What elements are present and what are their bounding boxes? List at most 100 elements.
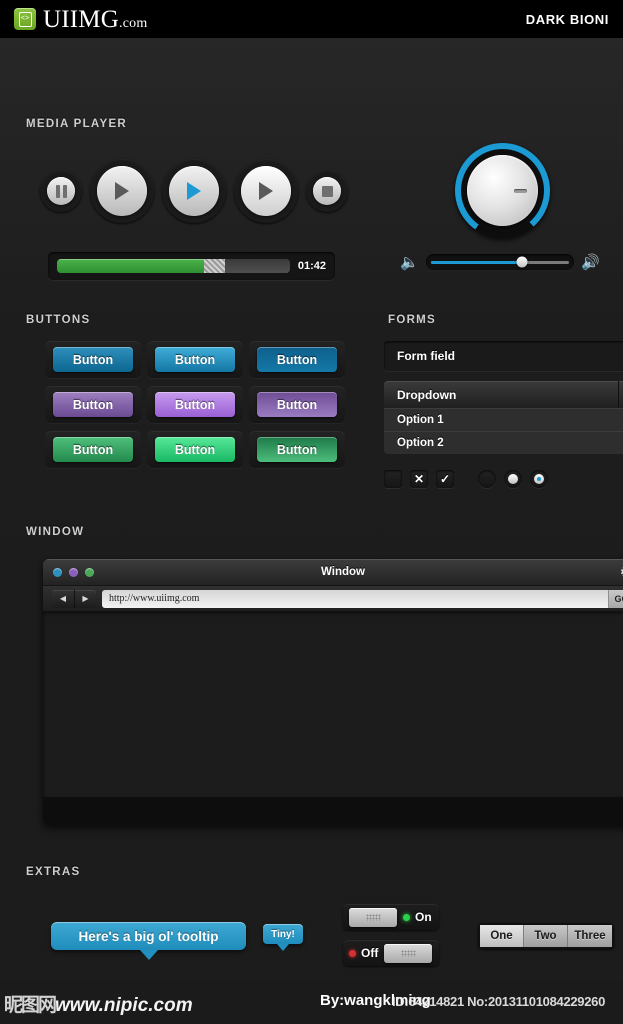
button-cell: Button: [147, 386, 243, 423]
volume-slider[interactable]: [425, 254, 575, 270]
window-maximize-icon[interactable]: [85, 567, 94, 577]
segmented-control: One Two Three: [478, 923, 614, 949]
media-time-label: 01:42: [297, 260, 326, 272]
button-blue-pressed[interactable]: Button: [257, 347, 337, 372]
form-text-input[interactable]: [384, 341, 623, 371]
progress-fill: [57, 259, 204, 273]
button-cell: Button: [147, 341, 243, 378]
button-green-pressed[interactable]: Button: [257, 437, 337, 462]
media-progress-bar[interactable]: 01:42: [48, 252, 335, 280]
stop-button-face: [313, 177, 341, 205]
button-cell: Button: [45, 386, 141, 423]
transport-controls: [40, 159, 348, 223]
dropdown-header[interactable]: Dropdown ▼: [384, 381, 623, 408]
stop-button[interactable]: [306, 170, 348, 212]
checkbox-checked[interactable]: ✓: [436, 470, 454, 488]
segment-two[interactable]: Two: [524, 925, 568, 947]
dropdown-select[interactable]: Dropdown ▼ Option 1 Option 2: [384, 381, 623, 454]
url-text[interactable]: http://www.uiimg.com: [102, 593, 608, 604]
radio-selected-blue[interactable]: [530, 470, 548, 488]
header-kit-title: DARK BIONI: [525, 11, 609, 27]
button-row-purple: Button Button Button: [45, 386, 345, 423]
volume-slider-fill: [430, 260, 523, 264]
volume-knob[interactable]: [455, 143, 550, 238]
button-purple-normal[interactable]: Button: [53, 392, 133, 417]
volume-slider-row: 🔈 🔊: [400, 254, 600, 270]
dropdown-option-1[interactable]: Option 1: [384, 408, 623, 431]
demo-window: Window ⚙ ◀ ▶ http://www.uiimg.com GO: [43, 559, 623, 825]
progress-track[interactable]: [57, 259, 290, 273]
watermark-site-text: www.nipic.com: [55, 995, 193, 1016]
speaker-low-icon: 🔈: [400, 253, 419, 271]
button-purple-pressed[interactable]: Button: [257, 392, 337, 417]
dropdown-selected-label: Dropdown: [397, 387, 457, 402]
logo-wordmark: UIIMG.com: [43, 7, 147, 32]
toggle-handle-off[interactable]: [384, 943, 433, 963]
section-title-forms: FORMS: [388, 314, 437, 326]
button-blue-normal[interactable]: Button: [53, 347, 133, 372]
play-button-hover[interactable]: [234, 159, 298, 223]
checkbox-cross[interactable]: ✕: [410, 470, 428, 488]
volume-slider-handle[interactable]: [516, 256, 528, 268]
play-icon-hover: [259, 182, 273, 200]
chevron-down-icon[interactable]: ▼: [618, 381, 623, 408]
pause-icon: [55, 184, 67, 198]
segment-one[interactable]: One: [480, 925, 524, 947]
button-blue-hover[interactable]: Button: [155, 347, 235, 372]
speaker-high-icon: 🔊: [581, 253, 600, 271]
button-cell: Button: [249, 431, 345, 468]
toggle-handle-on[interactable]: [349, 907, 397, 927]
button-green-hover[interactable]: Button: [155, 437, 235, 462]
dropdown-option-2[interactable]: Option 2: [384, 431, 623, 454]
volume-knob-indicator: [514, 188, 527, 193]
radio-empty[interactable]: [478, 470, 496, 488]
section-title-buttons: BUTTONS: [26, 314, 91, 326]
pause-button-face: [47, 177, 75, 205]
progress-remaining: [224, 259, 290, 273]
segment-three[interactable]: Three: [568, 925, 612, 947]
forward-arrow-icon[interactable]: ▶: [74, 589, 96, 608]
site-header: <> UIIMG.com DARK BIONI: [0, 0, 623, 38]
window-toolbar: ◀ ▶ http://www.uiimg.com GO: [43, 585, 623, 611]
led-green-icon: [403, 913, 410, 921]
play-button-active[interactable]: [162, 159, 226, 223]
stop-icon: [321, 185, 333, 197]
url-bar[interactable]: http://www.uiimg.com GO: [102, 589, 623, 608]
button-row-green: Button Button Button: [45, 431, 345, 468]
logo-code-glyph: <>: [18, 11, 32, 27]
window-close-icon[interactable]: [53, 567, 62, 577]
button-grid: Button Button Button Button Button Butto…: [45, 341, 345, 468]
page-root: <> UIIMG.com DARK BIONI MEDIA PLAYER 01:…: [0, 0, 623, 1024]
tooltip-large: Here's a big ol' tooltip: [51, 922, 246, 950]
button-cell: Button: [249, 386, 345, 423]
toggle-switch-on[interactable]: On: [343, 904, 439, 930]
window-minimize-icon[interactable]: [69, 567, 78, 577]
toggle-switch-off[interactable]: Off: [343, 940, 439, 966]
checkbox-radio-row: ✕ ✓: [384, 470, 556, 488]
checkbox-empty[interactable]: [384, 470, 402, 488]
play-button[interactable]: [90, 159, 154, 223]
gear-icon[interactable]: ⚙: [620, 565, 623, 580]
navigation-buttons: ◀ ▶: [52, 589, 96, 608]
pause-button[interactable]: [40, 170, 82, 212]
play-button-hover-face: [241, 166, 291, 216]
toggle-state-off: Off: [349, 946, 378, 960]
watermark-site: 昵图网www.nipic.com: [4, 990, 193, 1017]
led-red-icon: [349, 949, 356, 957]
volume-knob-face: [467, 155, 538, 226]
window-status-bar: [43, 797, 623, 825]
footer-watermark-bar: 昵图网www.nipic.com By:wangklming ID:642148…: [0, 980, 623, 1024]
grip-icon: [400, 949, 416, 957]
button-row-blue: Button Button Button: [45, 341, 345, 378]
radio-selected[interactable]: [504, 470, 522, 488]
go-button[interactable]: GO: [608, 589, 623, 608]
uiimg-logo-icon[interactable]: <>: [14, 8, 36, 30]
volume-slider-bar: [430, 256, 570, 268]
button-green-normal[interactable]: Button: [53, 437, 133, 462]
window-titlebar[interactable]: Window ⚙: [43, 559, 623, 585]
button-purple-hover[interactable]: Button: [155, 392, 235, 417]
radio-dot: [508, 474, 518, 484]
play-icon-blue: [187, 182, 201, 200]
back-arrow-icon[interactable]: ◀: [52, 589, 74, 608]
progress-buffer: [203, 259, 225, 273]
